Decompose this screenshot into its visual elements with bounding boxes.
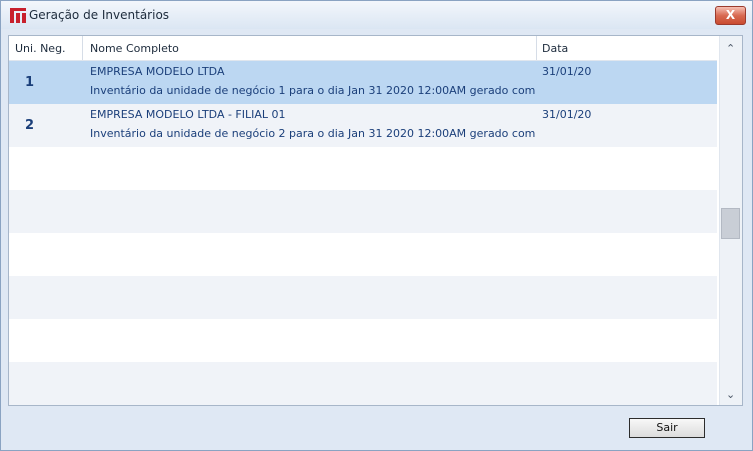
empty-row bbox=[9, 190, 717, 233]
chevron-up-icon[interactable]: ⌃ bbox=[726, 42, 735, 55]
row-uni: 2 bbox=[25, 118, 35, 133]
inventory-grid: Uni. Neg. Nome Completo Data 1 EMPRESA M… bbox=[8, 35, 743, 406]
exit-button[interactable]: Sair bbox=[629, 418, 705, 438]
empty-row bbox=[9, 276, 717, 319]
app-logo-icon bbox=[10, 8, 26, 23]
column-divider[interactable] bbox=[536, 36, 537, 60]
scrollbar-thumb[interactable] bbox=[721, 208, 740, 239]
empty-row bbox=[9, 319, 717, 362]
close-button[interactable]: X bbox=[715, 6, 746, 25]
title-bar[interactable]: Geração de Inventários X bbox=[1, 1, 752, 29]
chevron-down-icon[interactable]: ⌄ bbox=[726, 388, 735, 401]
table-row[interactable]: 2 EMPRESA MODELO LTDA - FILIAL 01 Invent… bbox=[9, 104, 717, 147]
row-description: Inventário da unidade de negócio 2 para … bbox=[90, 127, 536, 140]
table-row[interactable]: 1 EMPRESA MODELO LTDA Inventário da unid… bbox=[9, 61, 717, 104]
vertical-scrollbar[interactable]: ⌃ ⌄ bbox=[719, 36, 742, 405]
grid-header: Uni. Neg. Nome Completo Data bbox=[9, 36, 717, 61]
row-date: 31/01/20 bbox=[542, 65, 592, 78]
grid-rows: 1 EMPRESA MODELO LTDA Inventário da unid… bbox=[9, 61, 717, 405]
row-name: EMPRESA MODELO LTDA bbox=[90, 65, 225, 78]
empty-row bbox=[9, 362, 717, 405]
column-header-uni[interactable]: Uni. Neg. bbox=[15, 42, 66, 55]
inventory-window: Geração de Inventários X Uni. Neg. Nome … bbox=[0, 0, 753, 451]
empty-row bbox=[9, 233, 717, 276]
row-description: Inventário da unidade de negócio 1 para … bbox=[90, 84, 536, 97]
window-title: Geração de Inventários bbox=[29, 8, 170, 22]
column-header-date[interactable]: Data bbox=[542, 42, 568, 55]
row-date: 31/01/20 bbox=[542, 108, 592, 121]
row-name: EMPRESA MODELO LTDA - FILIAL 01 bbox=[90, 108, 286, 121]
exit-button-label: Sair bbox=[656, 421, 678, 434]
close-icon: X bbox=[725, 8, 736, 22]
column-divider[interactable] bbox=[82, 36, 83, 60]
row-uni: 1 bbox=[25, 75, 35, 90]
empty-row bbox=[9, 147, 717, 190]
column-header-name[interactable]: Nome Completo bbox=[90, 42, 179, 55]
